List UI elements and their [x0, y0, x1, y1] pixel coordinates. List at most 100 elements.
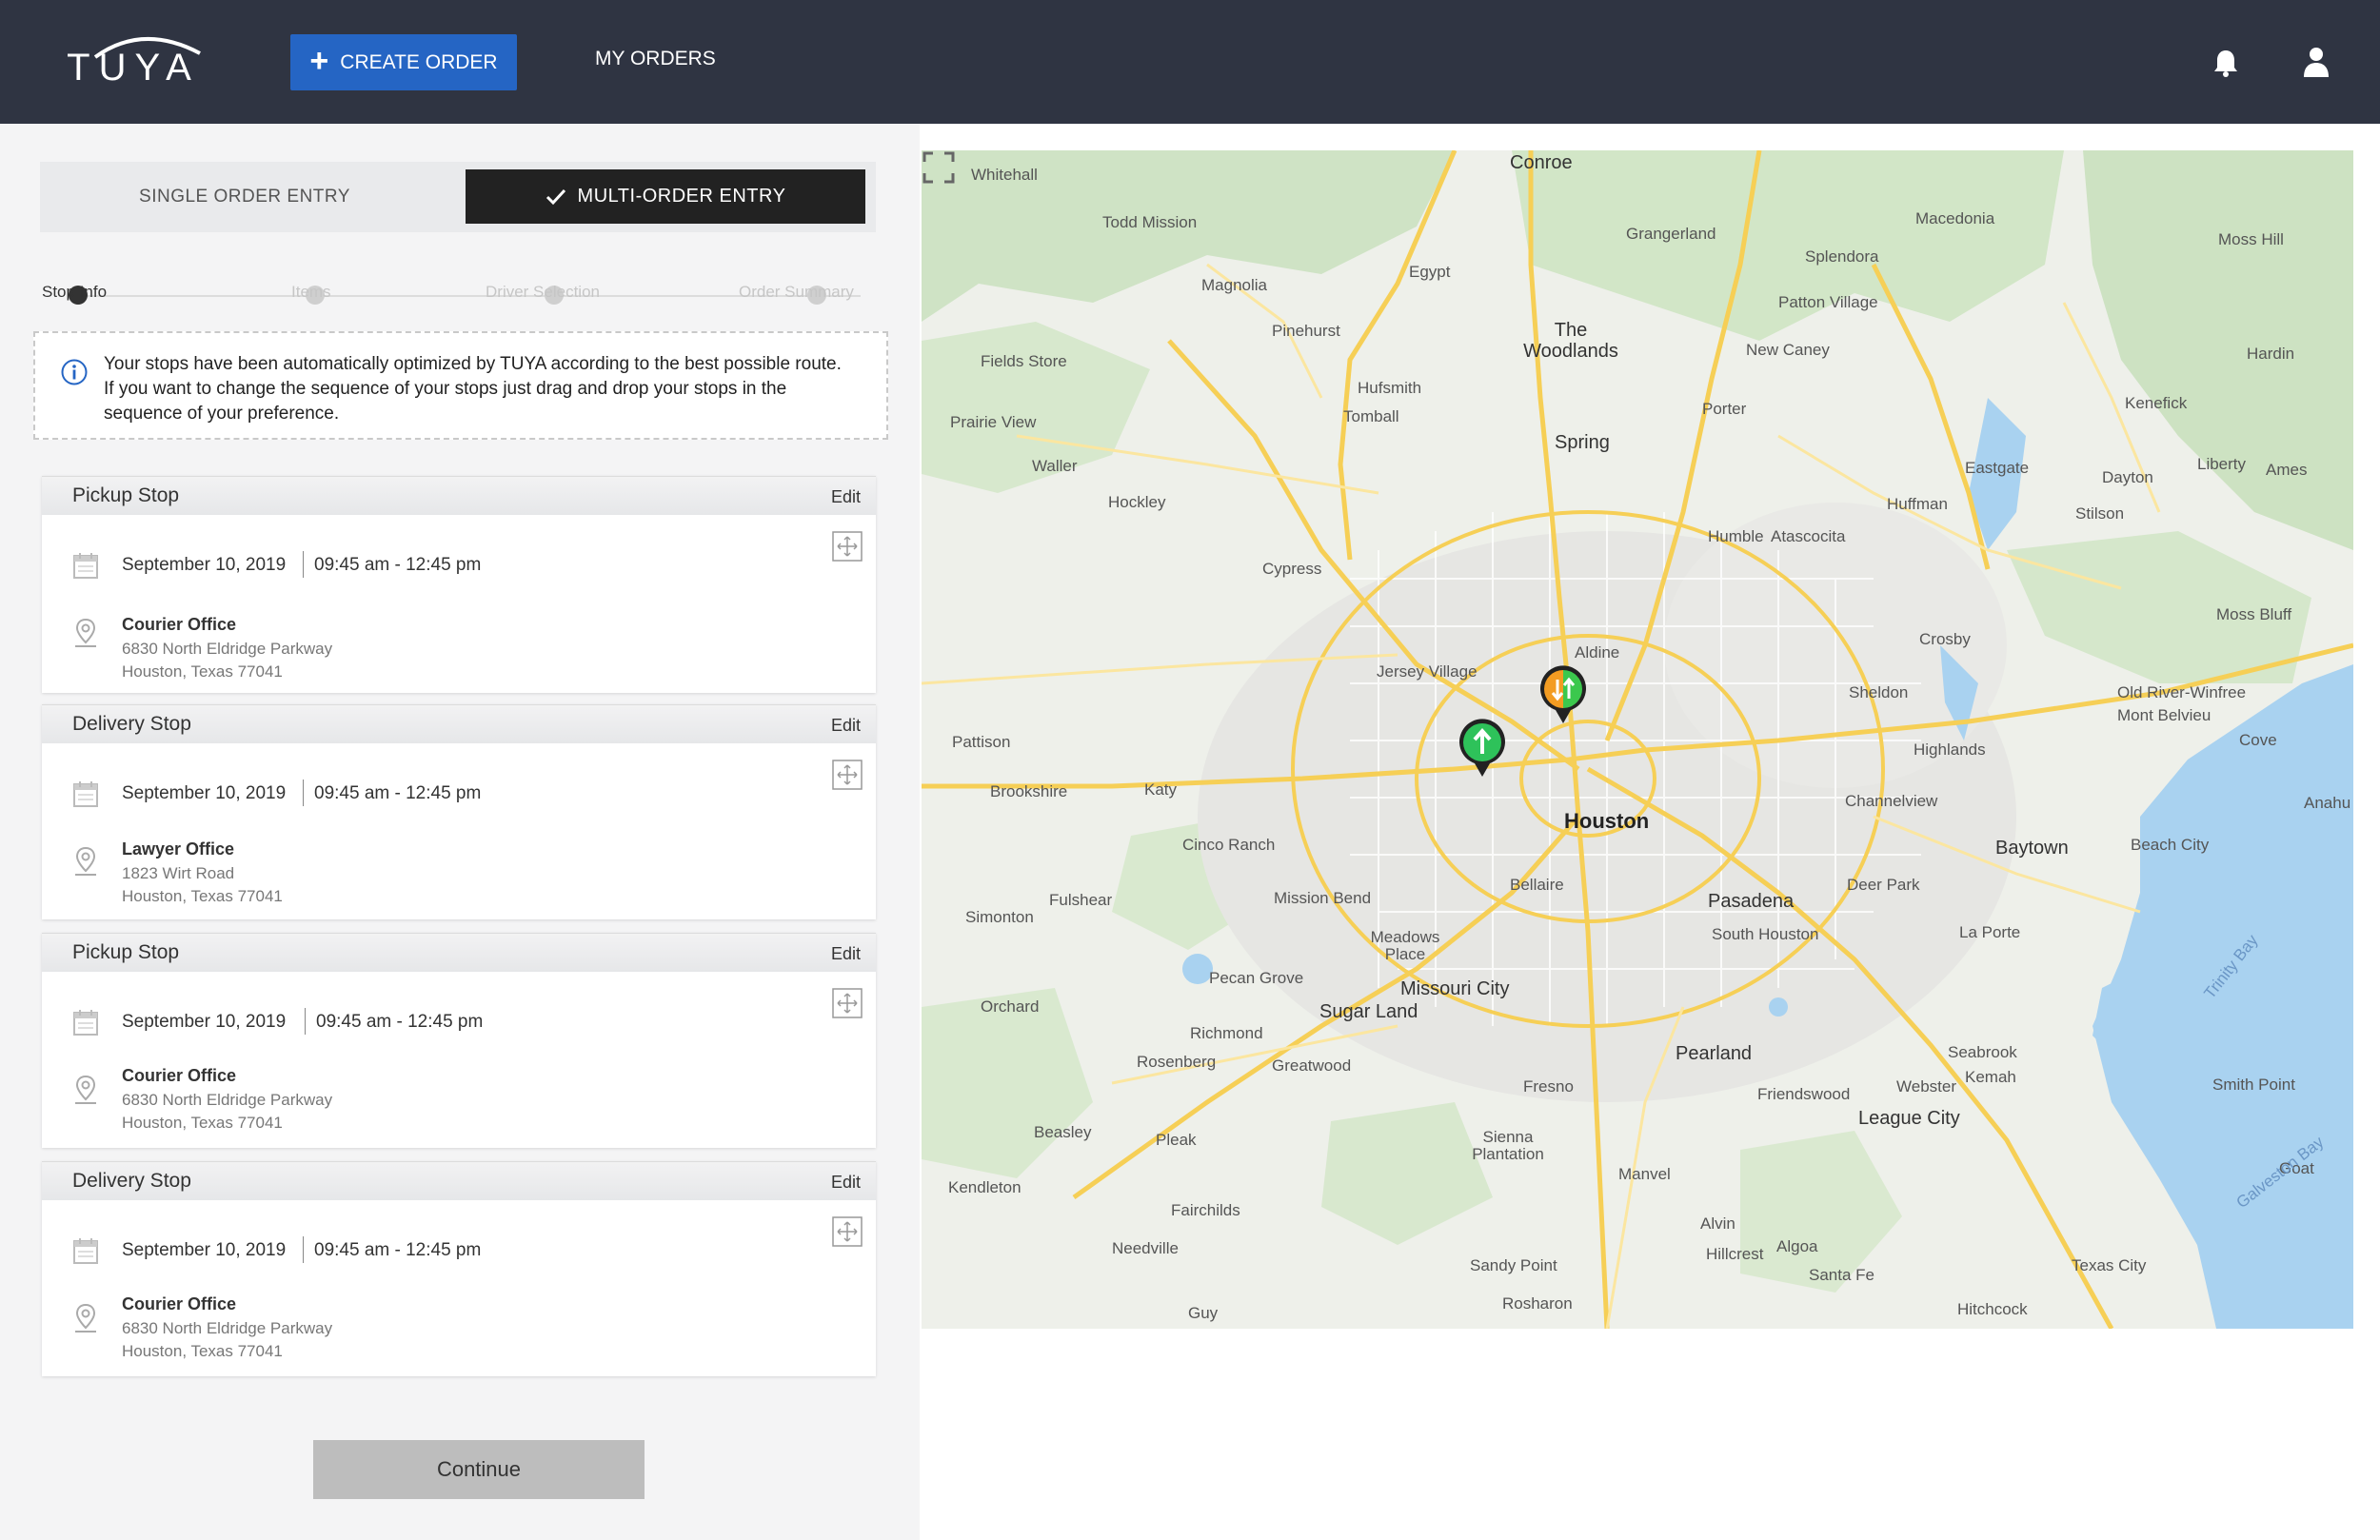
stop-date: September 10, 2019: [122, 1240, 287, 1260]
multi-order-entry-label: MULTI-ORDER ENTRY: [577, 186, 786, 207]
pickup-marker[interactable]: [1458, 718, 1507, 779]
multi-order-entry-tab[interactable]: MULTI-ORDER ENTRY: [466, 169, 865, 224]
stop-time-window: 09:45 am - 12:45 pm: [314, 555, 482, 575]
map-label-south-houston: South Houston: [1712, 925, 1819, 943]
map-label-league-city: League City: [1858, 1108, 1960, 1129]
map-label-kenefick: Kenefick: [2125, 394, 2188, 412]
stop-type: Delivery Stop: [72, 1170, 191, 1192]
map-label-pinehurst: Pinehurst: [1272, 322, 1340, 340]
map-label-mont-belvieu: Mont Belvieu: [2117, 706, 2211, 724]
drag-move-icon[interactable]: [832, 760, 863, 790]
map-label-moss-bluff: Moss Bluff: [2216, 605, 2292, 623]
map-label-hockley: Hockley: [1108, 493, 1166, 511]
address-line-2: Houston, Texas 77041: [122, 1342, 283, 1360]
address-line-2: Houston, Texas 77041: [122, 662, 283, 681]
map-label-whitehall: Whitehall: [971, 166, 1038, 184]
map-label-beach-city: Beach City: [2131, 836, 2210, 854]
map-label-sandy-point: Sandy Point: [1470, 1256, 1557, 1274]
stop-card[interactable]: Pickup Stop Edit September 10, 2019 09:4…: [42, 476, 876, 693]
map-label-needville: Needville: [1112, 1239, 1179, 1257]
map-label-brookshire: Brookshire: [990, 782, 1068, 800]
map-label-santa-fe: Santa Fe: [1809, 1266, 1874, 1284]
drag-move-icon[interactable]: [832, 988, 863, 1018]
map-label-simonton: Simonton: [965, 908, 1034, 926]
map-label-huffman: Huffman: [1887, 495, 1948, 513]
map-label-highlands: Highlands: [1914, 740, 1986, 759]
stop-card-header: Pickup Stop Edit: [42, 933, 876, 972]
map-label-fresno: Fresno: [1523, 1077, 1574, 1096]
map-label-old-river-winfree: Old River-Winfree: [2117, 683, 2247, 701]
map-label-stilson: Stilson: [2075, 504, 2125, 523]
address-line-2: Houston, Texas 77041: [122, 1114, 283, 1132]
drag-move-icon[interactable]: [832, 531, 863, 562]
map-label-moss-hill: Moss Hill: [2218, 230, 2284, 248]
step-label-order-summary: Order Summary: [739, 283, 854, 301]
step-label-driver-selection: Driver Selection: [486, 283, 600, 301]
logo-text: TUYA: [67, 47, 200, 89]
map-label-liberty: Liberty: [2197, 455, 2247, 473]
single-order-entry-tab[interactable]: SINGLE ORDER ENTRY: [40, 162, 449, 232]
map-label-crosby: Crosby: [1919, 630, 1971, 648]
map-label-sheldon: Sheldon: [1849, 683, 1909, 701]
stop-card-header: Pickup Stop Edit: [42, 476, 876, 515]
map-label-hufsmith: Hufsmith: [1358, 379, 1422, 397]
calendar-icon: [73, 553, 98, 579]
fullscreen-icon[interactable]: [922, 150, 956, 185]
pickup-delivery-marker[interactable]: [1538, 664, 1588, 725]
plus-icon: +: [309, 43, 329, 79]
map-label-humble: Humble: [1708, 527, 1764, 545]
stop-type: Pickup Stop: [72, 484, 180, 506]
map-label-manvel: Manvel: [1618, 1165, 1671, 1183]
map-label-fairchilds: Fairchilds: [1171, 1201, 1240, 1219]
map-label-tomball: Tomball: [1343, 407, 1399, 425]
location-pin-icon: [75, 1075, 96, 1104]
stop-card[interactable]: Pickup Stop Edit September 10, 2019 09:4…: [42, 933, 876, 1148]
map-label-jersey-village: Jersey Village: [1377, 662, 1478, 681]
stop-location-name: Courier Office: [122, 1294, 237, 1313]
calendar-icon: [73, 1238, 98, 1264]
bell-icon[interactable]: [2211, 48, 2241, 78]
map-label-greatwood: Greatwood: [1272, 1056, 1352, 1075]
map-label-rosharon: Rosharon: [1502, 1294, 1573, 1313]
stop-time-window: 09:45 am - 12:45 pm: [314, 783, 482, 803]
map-label-eastgate: Eastgate: [1965, 459, 2030, 477]
route-map[interactable]: Houston Conroe The Woodlands Spring Pasa…: [922, 150, 2353, 1329]
map-label-porter: Porter: [1702, 400, 1747, 418]
map-label-guy: Guy: [1188, 1304, 1219, 1322]
map-label-splendora: Splendora: [1805, 247, 1879, 266]
map-label-egypt: Egypt: [1409, 263, 1451, 281]
map-label-spring: Spring: [1555, 432, 1610, 453]
edit-stop-button[interactable]: Edit: [831, 716, 861, 736]
address-line-2: Houston, Texas 77041: [122, 887, 283, 905]
date-time-divider: [303, 551, 304, 578]
edit-stop-button[interactable]: Edit: [831, 487, 861, 507]
map-label-hitchcock: Hitchcock: [1957, 1300, 2028, 1318]
calendar-icon: [73, 1010, 98, 1036]
stop-date: September 10, 2019: [122, 783, 287, 803]
edit-stop-button[interactable]: Edit: [831, 944, 861, 964]
map-label-magnolia: Magnolia: [1201, 276, 1267, 294]
stop-card[interactable]: Delivery Stop Edit September 10, 2019 09…: [42, 704, 876, 919]
stop-type: Delivery Stop: [72, 713, 191, 735]
create-order-button[interactable]: + CREATE ORDER: [290, 34, 517, 90]
tuya-logo[interactable]: TUYA: [57, 29, 209, 95]
map-label-houston: Houston: [1564, 809, 1650, 833]
map-label-waller: Waller: [1032, 457, 1078, 475]
map-label-ames: Ames: [2266, 461, 2308, 479]
step-label-stop-info: Stop Info: [42, 283, 108, 301]
map-label-anahuac: Anahu: [2304, 794, 2351, 812]
map-label-pecan-grove: Pecan Grove: [1209, 969, 1304, 987]
stop-location-name: Courier Office: [122, 1066, 237, 1085]
map-label-deer-park: Deer Park: [1847, 876, 1920, 894]
map-label-hillcrest: Hillcrest: [1706, 1245, 1764, 1263]
user-icon[interactable]: [2302, 46, 2330, 78]
continue-button[interactable]: Continue: [313, 1440, 645, 1499]
drag-move-icon[interactable]: [832, 1216, 863, 1247]
stop-card-header: Delivery Stop Edit: [42, 1161, 876, 1200]
stop-card[interactable]: Delivery Stop Edit September 10, 2019 09…: [42, 1161, 876, 1376]
edit-stop-button[interactable]: Edit: [831, 1173, 861, 1193]
my-orders-link[interactable]: MY ORDERS: [595, 48, 716, 70]
map-label-baytown: Baytown: [1995, 838, 2069, 859]
info-icon: [61, 359, 88, 385]
calendar-icon: [73, 781, 98, 807]
